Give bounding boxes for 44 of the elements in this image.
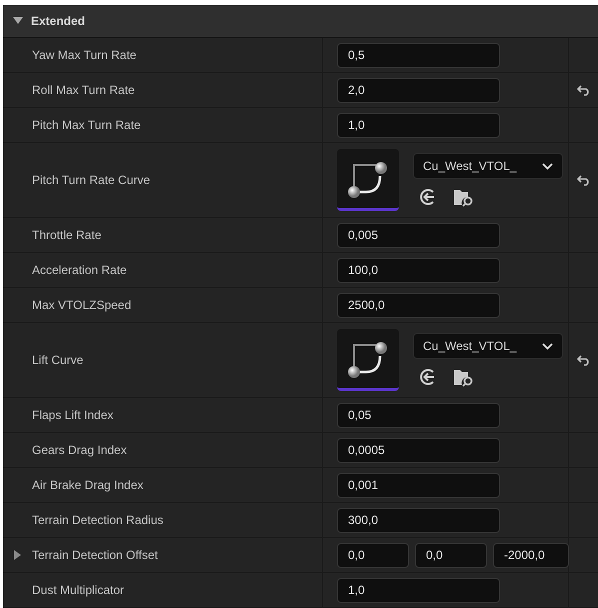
property-label: Terrain Detection Radius [32, 512, 164, 529]
property-label: Air Brake Drag Index [32, 477, 144, 494]
number-field[interactable]: 0,005 [337, 222, 500, 248]
use-selected-icon[interactable] [419, 188, 437, 206]
property-label: Pitch Turn Rate Curve [32, 172, 150, 189]
property-label: Throttle Rate [32, 227, 102, 244]
asset-dropdown[interactable]: Cu_West_VTOL_ [413, 333, 563, 359]
curve-thumbnail[interactable] [337, 329, 399, 391]
browse-folder-icon[interactable] [453, 367, 475, 387]
chevron-down-icon [542, 162, 553, 170]
number-field[interactable]: 0,5 [337, 42, 500, 68]
property-label: Flaps Lift Index [32, 407, 114, 424]
number-field[interactable]: 1,0 [337, 578, 500, 602]
reset-arrow-icon[interactable] [576, 354, 590, 366]
use-selected-icon[interactable] [419, 368, 437, 386]
chevron-down-icon [542, 342, 553, 350]
section-title: Extended [31, 13, 86, 30]
number-field[interactable]: 0,0005 [337, 438, 500, 462]
property-label: Yaw Max Turn Rate [32, 47, 136, 64]
reset-arrow-icon[interactable] [576, 174, 590, 186]
number-field[interactable]: 100,0 [337, 258, 500, 282]
reset-arrow-icon[interactable] [576, 84, 590, 96]
property-label: Acceleration Rate [32, 262, 127, 279]
collapse-arrow-icon[interactable] [13, 17, 23, 25]
property-label: Pitch Max Turn Rate [32, 117, 141, 134]
number-field[interactable]: 0,0 [337, 542, 409, 568]
number-field[interactable]: 1,0 [337, 112, 500, 138]
asset-dropdown[interactable]: Cu_West_VTOL_ [413, 153, 563, 179]
property-label: Lift Curve [32, 352, 84, 369]
number-field[interactable]: 2,0 [337, 78, 500, 102]
number-field[interactable]: 0,0 [415, 542, 487, 568]
property-label: Gears Drag Index [32, 442, 127, 459]
property-label: Dust Multiplicator [32, 582, 124, 599]
property-label: Roll Max Turn Rate [32, 82, 135, 99]
number-field[interactable]: 0,001 [337, 472, 500, 498]
number-field[interactable]: -2000,0 [493, 542, 569, 568]
curve-thumbnail[interactable] [337, 149, 399, 211]
number-field[interactable]: 300,0 [337, 508, 500, 532]
property-label: Terrain Detection Offset [32, 547, 158, 564]
number-field[interactable]: 0,05 [337, 402, 500, 428]
property-label: Max VTOLZSpeed [32, 297, 132, 314]
browse-folder-icon[interactable] [453, 187, 475, 207]
number-field[interactable]: 2500,0 [337, 292, 500, 318]
expand-arrow-icon[interactable] [14, 550, 22, 560]
